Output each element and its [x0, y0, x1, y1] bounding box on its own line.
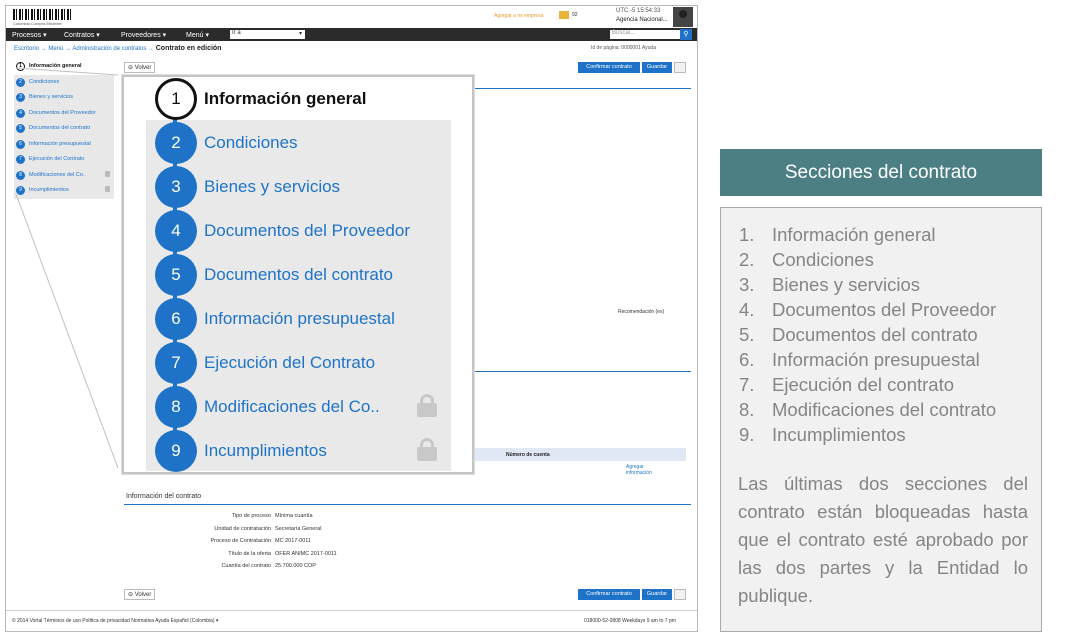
step-label: Modificaciones del Co..: [204, 397, 380, 416]
section-list-item: 1. Información general: [739, 222, 996, 247]
section-label: Documentos del Proveedor: [772, 299, 997, 320]
zoom-step-7[interactable]: 7 Ejecución del Contrato: [124, 342, 474, 386]
step-label: Documentos del contrato: [204, 265, 393, 284]
step-label: Información presupuestal: [204, 309, 395, 328]
section-list-item: 4. Documentos del Proveedor: [739, 297, 996, 322]
step-label: Bienes y servicios: [204, 177, 341, 196]
step-number-icon: 6: [155, 298, 197, 340]
section-number: 9.: [739, 424, 755, 445]
section-number: 5.: [739, 324, 755, 345]
zoom-step-4[interactable]: 4 Documentos del Proveedor: [124, 210, 474, 254]
zoom-step-6[interactable]: 6 Información presupuestal: [124, 298, 474, 342]
section-number: 4.: [739, 299, 755, 320]
section-list: 1. Información general 2. Condiciones 3. Bien…: [739, 222, 996, 447]
section-number: 7.: [739, 374, 755, 395]
app-screenshot: Colombia Compra Eficiente Agregar a mi e…: [5, 5, 698, 632]
zoom-step-8[interactable]: 8 Modificaciones del Co..: [124, 386, 474, 430]
section-label: Incumplimientos: [772, 424, 906, 445]
section-number: 6.: [739, 349, 755, 370]
zoom-callout: 1 Información general 2 Condiciones 3 Bienes …: [122, 75, 474, 474]
step-number-icon: 8: [155, 386, 197, 428]
section-list-item: 7. Ejecución del contrato: [739, 372, 996, 397]
step-number-icon: 1: [155, 78, 197, 120]
section-list-item: 2. Condiciones: [739, 247, 996, 272]
zoom-step-9[interactable]: 9 Incumplimientos: [124, 430, 474, 474]
section-list-item: 5. Documentos del contrato: [739, 322, 996, 347]
side-panel: 1. Información general 2. Condiciones 3. Bien…: [720, 207, 1042, 632]
section-number: 2.: [739, 249, 755, 270]
step-number-icon: 3: [155, 166, 197, 208]
section-label: Información presupuestal: [772, 349, 980, 370]
section-label: Condiciones: [772, 249, 874, 270]
side-panel-note: Las últimas dos secciones del contrato e…: [738, 473, 1028, 606]
section-label: Ejecución del contrato: [772, 374, 955, 395]
section-number: 3.: [739, 274, 755, 295]
side-panel-title: Secciones del contrato: [720, 149, 1042, 196]
step-label: Ejecución del Contrato: [204, 353, 376, 372]
zoom-step-1[interactable]: 1 Información general: [124, 78, 474, 122]
section-label: Modificaciones del contrato: [772, 399, 997, 420]
step-number-icon: 7: [155, 342, 197, 384]
lock-icon: [417, 394, 437, 417]
section-label: Información general: [772, 224, 936, 245]
lock-icon: [417, 438, 437, 461]
step-label: Incumplimientos: [204, 441, 327, 460]
step-number-icon: 4: [155, 210, 197, 252]
section-number: 8.: [739, 399, 755, 420]
zoom-step-2[interactable]: 2 Condiciones: [124, 122, 474, 166]
step-number-icon: 2: [155, 122, 197, 164]
section-list-item: 9. Incumplimientos: [739, 422, 996, 447]
zoom-step-5[interactable]: 5 Documentos del contrato: [124, 254, 474, 298]
section-list-item: 8. Modificaciones del contrato: [739, 397, 996, 422]
step-label: Condiciones: [204, 133, 298, 152]
section-list-item: 3. Bienes y servicios: [739, 272, 996, 297]
step-label: Documentos del Proveedor: [204, 221, 411, 240]
step-label: Información general: [204, 89, 367, 108]
section-label: Documentos del contrato: [772, 324, 978, 345]
section-list-item: 6. Información presupuestal: [739, 347, 996, 372]
section-label: Bienes y servicios: [772, 274, 921, 295]
step-number-icon: 9: [155, 430, 197, 472]
step-number-icon: 5: [155, 254, 197, 296]
zoom-step-3[interactable]: 3 Bienes y servicios: [124, 166, 474, 210]
section-number: 1.: [739, 224, 755, 245]
